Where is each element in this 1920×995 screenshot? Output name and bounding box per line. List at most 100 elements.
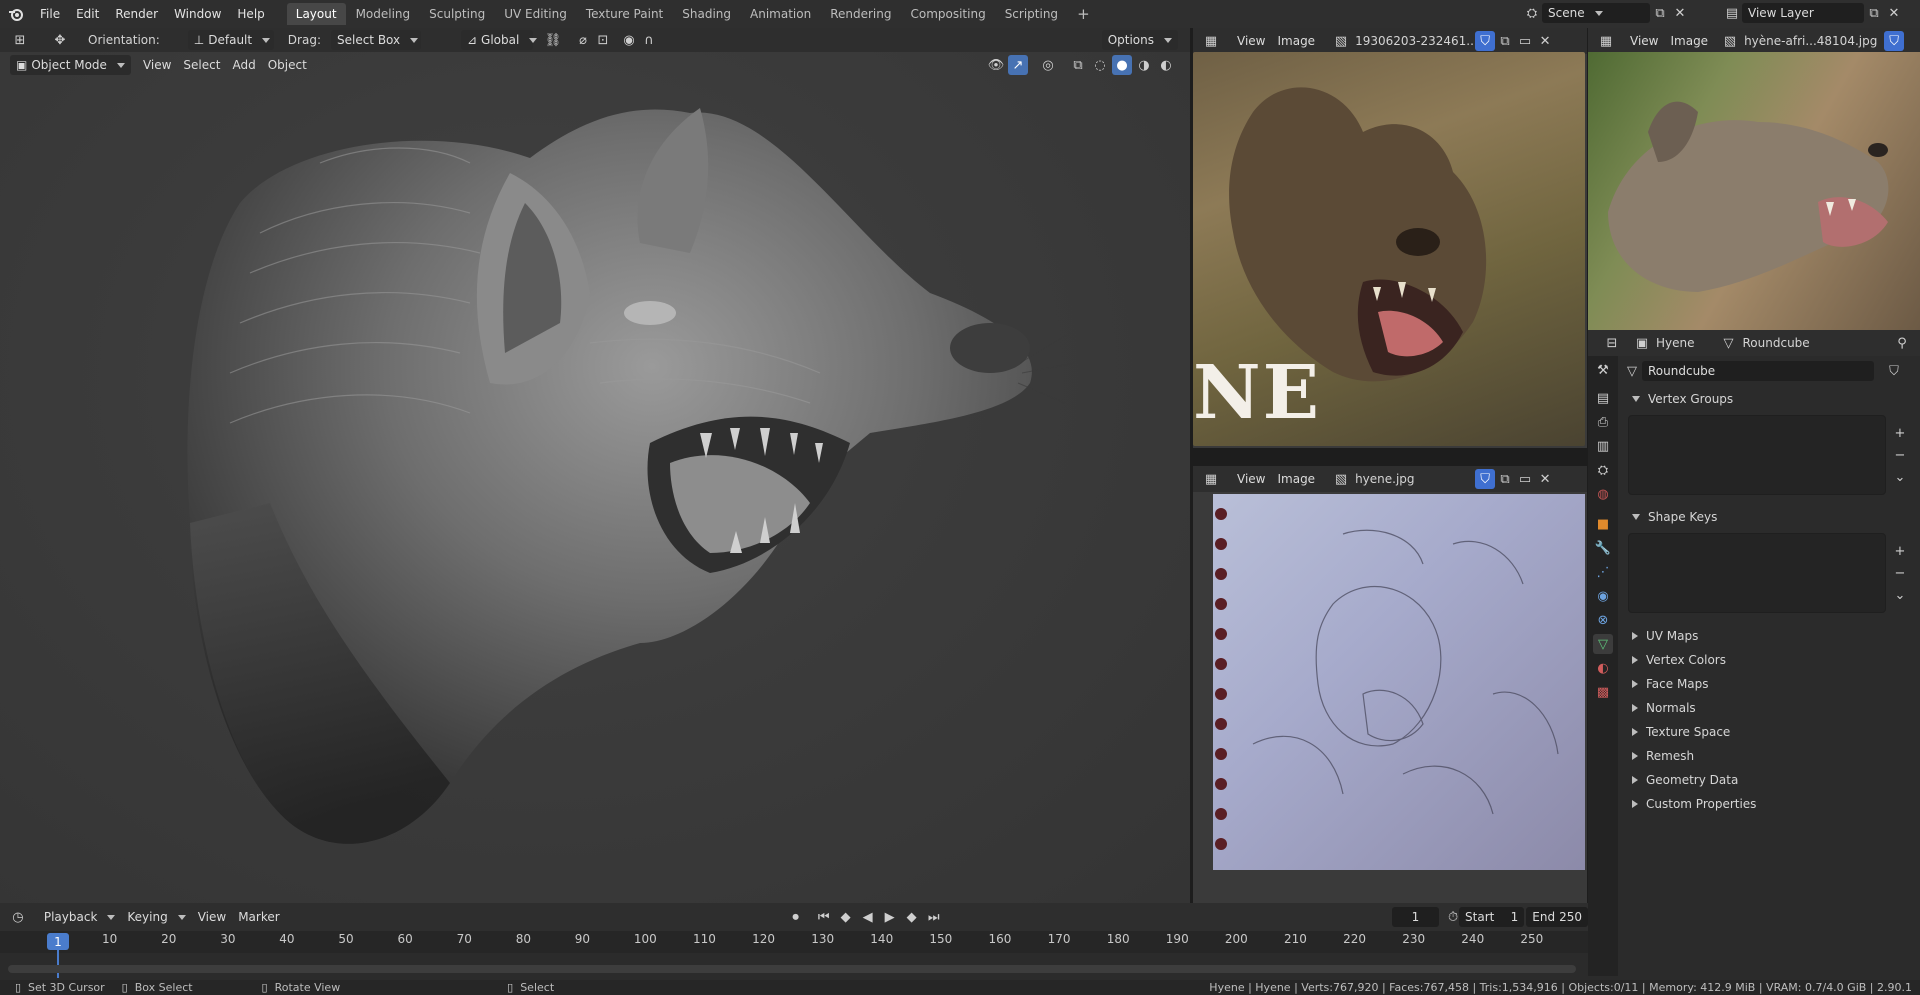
tab-uv-editing[interactable]: UV Editing xyxy=(495,3,576,25)
viewport-menu-select[interactable]: Select xyxy=(177,55,226,75)
image-editor-3-filename[interactable]: hyene.jpg xyxy=(1355,472,1475,486)
view-layer-tab-icon[interactable]: ▥ xyxy=(1593,436,1613,456)
pivot-icon[interactable]: ⛓ xyxy=(543,30,563,50)
play-reverse-icon[interactable]: ◀ xyxy=(858,907,878,927)
material-tab-icon[interactable]: ◐ xyxy=(1593,658,1613,678)
image-editor-1-image-menu[interactable]: Image xyxy=(1271,31,1321,51)
section-shape-keys[interactable]: Shape Keys xyxy=(1622,504,1920,530)
jump-start-icon[interactable]: ⏮ xyxy=(814,907,834,927)
object-mode-dropdown[interactable]: ▣ Object Mode xyxy=(10,55,131,75)
timeline-editor-type-icon[interactable]: ◷ xyxy=(12,907,24,927)
physics-tab-icon[interactable]: ◉ xyxy=(1593,586,1613,606)
drag-dropdown[interactable]: Select Box xyxy=(330,30,421,50)
object-tab-icon[interactable]: ■ xyxy=(1593,514,1613,534)
menu-render[interactable]: Render xyxy=(107,7,166,21)
data-tab-icon[interactable]: ▽ xyxy=(1593,634,1613,654)
vertex-group-menu-icon[interactable]: ⌄ xyxy=(1890,467,1910,487)
proportional-edit-icon[interactable]: ◉ xyxy=(619,30,639,50)
editor-type-icon[interactable]: ⊞ xyxy=(10,30,30,50)
play-icon[interactable]: ▶ xyxy=(880,907,900,927)
section-remesh[interactable]: Remesh xyxy=(1622,744,1920,768)
tab-texture-paint[interactable]: Texture Paint xyxy=(577,3,672,25)
visibility-icon[interactable]: 👁 xyxy=(986,55,1006,75)
view-layer-icon[interactable]: ▤ xyxy=(1722,3,1742,23)
image-editor-3-image-menu[interactable]: Image xyxy=(1271,469,1321,489)
properties-editor-type-icon[interactable]: ⊟ xyxy=(1602,333,1622,353)
image-editor-3-view-menu[interactable]: View xyxy=(1231,469,1271,489)
options-dropdown[interactable]: Options xyxy=(1101,30,1178,50)
mesh-browse-icon[interactable]: ▽ xyxy=(1622,361,1642,381)
timeline-frame-cursor[interactable]: 1 xyxy=(47,933,69,950)
tool-tab-icon[interactable]: ⚒ xyxy=(1593,360,1613,380)
stopwatch-icon[interactable]: ⏱ xyxy=(1447,907,1459,927)
tab-layout[interactable]: Layout xyxy=(286,3,346,25)
world-tab-icon[interactable]: ◍ xyxy=(1593,484,1613,504)
tab-animation[interactable]: Animation xyxy=(741,3,820,25)
orientation-dropdown[interactable]: ⊥ Default xyxy=(187,30,274,50)
modifiers-tab-icon[interactable]: 🔧 xyxy=(1593,538,1613,558)
remove-shape-key-icon[interactable]: − xyxy=(1890,563,1910,583)
scene-tab-icon[interactable]: ⛭ xyxy=(1593,460,1613,480)
texture-tab-icon[interactable]: ▩ xyxy=(1593,682,1613,702)
image-editor-1-view-menu[interactable]: View xyxy=(1231,31,1271,51)
tab-compositing[interactable]: Compositing xyxy=(901,3,994,25)
render-tab-icon[interactable]: ▤ xyxy=(1593,388,1613,408)
add-shape-key-icon[interactable]: + xyxy=(1890,541,1910,561)
viewport-menu-add[interactable]: Add xyxy=(226,55,261,75)
unlink-image-icon[interactable]: ✕ xyxy=(1535,469,1555,489)
menu-help[interactable]: Help xyxy=(229,7,272,21)
output-tab-icon[interactable]: ⎙ xyxy=(1593,412,1613,432)
tab-shading[interactable]: Shading xyxy=(673,3,740,25)
falloff-icon[interactable]: ∩ xyxy=(639,30,659,50)
image-editor-type-icon[interactable]: ▦ xyxy=(1201,469,1221,489)
section-vertex-colors[interactable]: Vertex Colors xyxy=(1622,648,1920,672)
tab-rendering[interactable]: Rendering xyxy=(821,3,900,25)
prev-keyframe-icon[interactable]: ◆ xyxy=(836,907,856,927)
section-geometry-data[interactable]: Geometry Data xyxy=(1622,768,1920,792)
timeline-marker-menu[interactable]: Marker xyxy=(232,907,285,927)
mesh-fake-user-icon[interactable]: ⛉ xyxy=(1884,361,1904,381)
record-icon[interactable]: ⏺ xyxy=(786,907,806,927)
section-texture-space[interactable]: Texture Space xyxy=(1622,720,1920,744)
image-editor-2-filename[interactable]: hyène-afri...48104.jpg xyxy=(1744,34,1884,48)
fake-user-shield-icon[interactable]: ⛉ xyxy=(1475,31,1496,51)
section-normals[interactable]: Normals xyxy=(1622,696,1920,720)
mesh-name-field[interactable]: Roundcube xyxy=(1642,361,1874,381)
open-image-folder-icon[interactable]: ▭ xyxy=(1515,469,1535,489)
fake-user-shield-icon[interactable]: ⛉ xyxy=(1884,31,1905,51)
image-editor-2-view-menu[interactable]: View xyxy=(1624,31,1664,51)
menu-file[interactable]: File xyxy=(32,7,68,21)
image-browse-icon[interactable]: ▧ xyxy=(1720,31,1740,51)
next-keyframe-icon[interactable]: ◆ xyxy=(902,907,922,927)
section-face-maps[interactable]: Face Maps xyxy=(1622,672,1920,696)
section-uv-maps[interactable]: UV Maps xyxy=(1622,624,1920,648)
tab-modeling[interactable]: Modeling xyxy=(347,3,420,25)
image-editor-type-icon[interactable]: ▦ xyxy=(1201,31,1221,51)
section-custom-properties[interactable]: Custom Properties xyxy=(1622,792,1920,816)
timeline-playback-menu[interactable]: Playback xyxy=(38,907,122,927)
remove-vertex-group-icon[interactable]: − xyxy=(1890,445,1910,465)
xray-icon[interactable]: ⧉ xyxy=(1068,55,1088,75)
transform-tool-icon[interactable]: ✥ xyxy=(50,30,70,50)
solid-shading-icon[interactable]: ● xyxy=(1112,55,1132,75)
wireframe-shading-icon[interactable]: ◌ xyxy=(1090,55,1110,75)
current-frame-field[interactable]: 1 xyxy=(1391,907,1440,927)
rendered-shading-icon[interactable]: ◐ xyxy=(1156,55,1176,75)
timeline-scrollbar[interactable] xyxy=(8,965,1576,973)
material-shading-icon[interactable]: ◑ xyxy=(1134,55,1154,75)
tab-sculpting[interactable]: Sculpting xyxy=(420,3,494,25)
delete-view-layer-icon[interactable]: ✕ xyxy=(1884,3,1904,23)
constraints-tab-icon[interactable]: ⊗ xyxy=(1593,610,1613,630)
timeline-view-menu[interactable]: View xyxy=(192,907,232,927)
section-vertex-groups[interactable]: Vertex Groups xyxy=(1622,386,1920,412)
shape-key-menu-icon[interactable]: ⌄ xyxy=(1890,585,1910,605)
snap-target-icon[interactable]: ⊡ xyxy=(593,30,613,50)
blender-logo-icon[interactable] xyxy=(6,4,26,24)
3d-viewport[interactable] xyxy=(0,28,1190,903)
scene-icon[interactable]: ⛭ xyxy=(1522,3,1542,23)
image-browse-icon[interactable]: ▧ xyxy=(1331,469,1351,489)
transform-orientation-dropdown[interactable]: ⊿ Global xyxy=(460,30,533,50)
duplicate-image-icon[interactable]: ⧉ xyxy=(1495,31,1515,51)
shape-keys-list[interactable] xyxy=(1628,533,1886,613)
add-vertex-group-icon[interactable]: + xyxy=(1890,423,1910,443)
